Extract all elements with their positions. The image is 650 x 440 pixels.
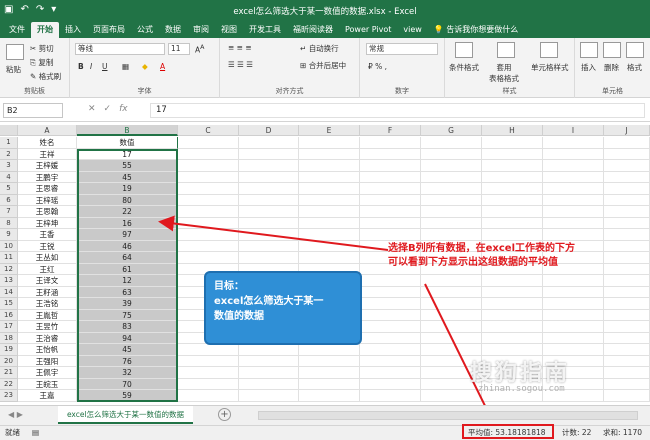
horizontal-scrollbar[interactable] [258,411,638,420]
status-ready: 就绪 [5,428,20,437]
callout-line-1: 目标： [214,281,244,292]
annotation-line-1: 选择B列所有数据，在excel工作表的下方 [388,243,575,254]
annotation-line-2: 可以看到下方显示出这组数据的平均值 [388,257,558,268]
status-count: 计数: 22 [562,428,592,437]
add-sheet-icon[interactable]: + [218,408,231,421]
sheet-tabs-bar: ◀ ▶ excel怎么筛选大于某一数值的数据 + [0,405,650,425]
macro-record-icon[interactable]: ▤ [32,426,39,440]
average-highlight-box [462,424,554,439]
sheet-tab-active[interactable]: excel怎么筛选大于某一数值的数据 [58,406,193,424]
watermark-text: 搜狗指南 [470,361,571,386]
arrow-to-column-b [158,215,389,251]
instruction-annotation: 选择B列所有数据，在excel工作表的下方 可以看到下方显示出这组数据的平均值 [388,242,628,270]
watermark-url: zhinan.sogou.com [478,384,565,394]
callout-line-3: 数值的数据 [214,311,264,322]
callout-line-2: excel怎么筛选大于某一 [214,296,324,307]
arrow-to-status-average [424,283,494,424]
status-sum: 求和: 1170 [603,428,642,437]
sheet-nav-icon[interactable]: ◀ ▶ [8,410,23,419]
goal-callout: 目标： excel怎么筛选大于某一 数值的数据 [204,271,362,345]
